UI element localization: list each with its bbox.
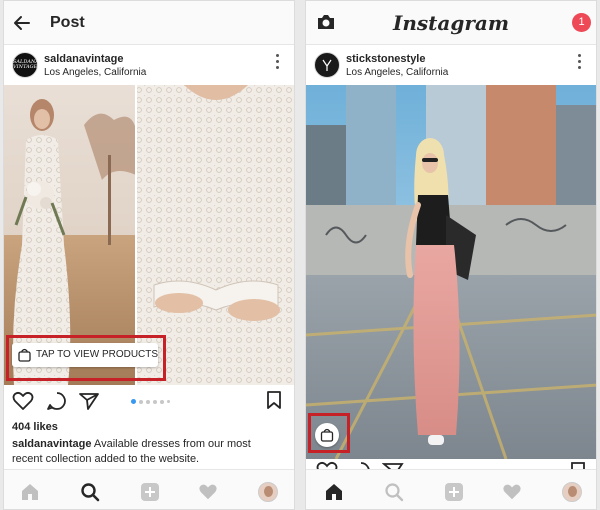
notification-badge[interactable]: 1 [572, 13, 591, 32]
post-actions [4, 387, 294, 417]
street-style-photo-image [306, 85, 596, 459]
heart-icon[interactable] [12, 391, 34, 411]
home-icon[interactable] [20, 482, 40, 502]
bookmark-icon[interactable] [570, 461, 586, 469]
notification-count: 1 [578, 16, 585, 28]
post-caption: saldanavintage Available dresses from ou… [12, 437, 282, 467]
add-post-icon[interactable] [140, 482, 160, 502]
left-phone-screen: Post SALDANA VINTAGE saldanavintage Los … [3, 0, 295, 510]
carousel-dot [139, 400, 143, 404]
brand-logo-icon [322, 59, 332, 71]
profile-avatar-face [264, 486, 273, 497]
comment-icon[interactable] [46, 391, 68, 411]
share-icon[interactable] [382, 461, 404, 469]
post-actions-partial [306, 459, 596, 469]
carousel-dot [160, 400, 164, 404]
activity-heart-icon[interactable] [198, 482, 218, 502]
bottom-tab-bar [4, 469, 294, 509]
post-author-row: stickstonestyle Los Angeles, California [306, 45, 596, 85]
bottom-tab-bar [306, 469, 596, 509]
caption-username[interactable]: saldanavintage [12, 438, 91, 450]
search-icon[interactable] [80, 482, 100, 502]
likes-count[interactable]: 404 likes [12, 421, 58, 433]
feed-header-bar: Instagram 1 [306, 1, 596, 45]
back-arrow-icon[interactable] [12, 13, 32, 33]
carousel-dot [167, 400, 170, 403]
location[interactable]: Los Angeles, California [346, 67, 448, 78]
home-icon[interactable] [324, 482, 344, 502]
heart-icon[interactable] [316, 461, 338, 469]
carousel-dot [146, 400, 150, 404]
right-phone-screen: Instagram 1 stickstonestyle Los Angeles,… [305, 0, 597, 510]
avatar[interactable] [314, 52, 340, 78]
username[interactable]: stickstonestyle [346, 53, 425, 65]
instagram-logo[interactable]: Instagram [306, 11, 596, 35]
comment-icon[interactable] [350, 461, 372, 469]
username[interactable]: saldanavintage [44, 53, 123, 65]
search-icon[interactable] [384, 482, 404, 502]
post-header-bar: Post [4, 1, 294, 45]
more-options-icon[interactable] [276, 54, 280, 74]
carousel-dot [153, 400, 157, 404]
profile-avatar-face [568, 486, 577, 497]
bookmark-icon[interactable] [266, 390, 282, 410]
page-title: Post [50, 14, 85, 31]
profile-avatar[interactable] [258, 482, 278, 502]
highlight-box-products-button [6, 335, 166, 381]
highlight-box-shopping-bag [308, 413, 350, 453]
more-options-icon[interactable] [578, 54, 582, 74]
carousel-dot-active [131, 399, 136, 404]
share-icon[interactable] [78, 391, 100, 411]
post-photo[interactable] [306, 85, 596, 459]
post-author-row: SALDANA VINTAGE saldanavintage Los Angel… [4, 45, 294, 85]
add-post-icon[interactable] [444, 482, 464, 502]
location[interactable]: Los Angeles, California [44, 67, 146, 78]
avatar-logo-text: SALDANA VINTAGE [13, 59, 39, 70]
avatar[interactable]: SALDANA VINTAGE [12, 52, 39, 78]
profile-avatar[interactable] [562, 482, 582, 502]
activity-heart-icon[interactable] [502, 482, 522, 502]
